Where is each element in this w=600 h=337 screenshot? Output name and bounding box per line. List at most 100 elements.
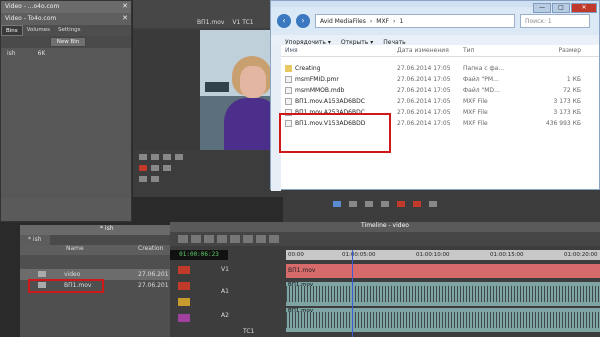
list-item[interactable]: ish 6K <box>7 50 125 57</box>
file-type: MXF File <box>463 120 488 127</box>
tool-icon[interactable] <box>269 235 279 243</box>
waveform <box>286 286 600 302</box>
track-a2[interactable]: A2 <box>205 312 285 319</box>
bin-panel-title: * ish <box>20 225 170 235</box>
file-date: 27.06.2014 17:05 <box>397 109 451 116</box>
sync-lock-icon[interactable] <box>178 298 190 306</box>
track-a1[interactable]: A1 <box>205 288 285 295</box>
file-name: ВП1.mov.A153AD6BDC <box>295 98 365 105</box>
overwrite-icon[interactable] <box>163 164 171 171</box>
bin-titlebar[interactable]: Video - ...o4o.com ✕ <box>1 1 131 13</box>
record-track-icon[interactable] <box>178 266 190 274</box>
play-loop-icon[interactable] <box>429 200 437 207</box>
timeline-title: Timeline - video <box>170 222 600 232</box>
audio-clip-a2[interactable]: ВП1.mov <box>286 308 600 332</box>
path-segment[interactable]: Avid MediaFiles <box>320 18 366 25</box>
highlight-box <box>279 113 391 153</box>
col-creation[interactable]: Creation <box>138 245 163 255</box>
file-name: Creating <box>295 65 321 72</box>
tool-icon[interactable] <box>243 235 253 243</box>
search-input[interactable]: Поиск: 1 <box>520 14 590 28</box>
ruler-label: 00:00 <box>288 252 304 258</box>
bin-title: Video - ...o4o.com <box>5 3 60 10</box>
file-row[interactable]: msmFMID.pmr 27.06.2014 17:05 Файл "PM...… <box>281 74 599 85</box>
splice-icon[interactable] <box>151 164 159 171</box>
close-icon[interactable]: ✕ <box>122 14 128 22</box>
monitor-clip-name[interactable]: ВП1.mov <box>197 19 224 26</box>
monitor-left-panel <box>133 30 200 150</box>
file-type: Папка с фа... <box>463 65 505 72</box>
step-back-icon[interactable] <box>151 153 159 160</box>
bin-item-size: 6K <box>37 50 46 57</box>
file-type: MXF File <box>463 98 488 105</box>
mark-in-icon[interactable] <box>175 153 183 160</box>
audio-clip-a1[interactable]: ВП1.mov <box>286 282 600 306</box>
close-icon[interactable]: ✕ <box>122 2 128 10</box>
tab-volumes[interactable]: Volumes <box>23 25 54 36</box>
step-forward-icon[interactable] <box>163 153 171 160</box>
match-frame-icon[interactable] <box>381 200 389 207</box>
tool-icon[interactable] <box>230 235 240 243</box>
monitor-icon[interactable] <box>178 314 190 322</box>
col-name[interactable]: Name <box>66 245 138 255</box>
play-icon[interactable] <box>139 153 147 160</box>
file-date: 27.06.2014 17:05 <box>397 76 451 83</box>
minimize-button[interactable]: — <box>533 3 551 13</box>
col-date[interactable]: Дата изменения <box>397 47 463 54</box>
back-icon[interactable]: ‹ <box>277 14 291 28</box>
boat-image <box>205 82 229 92</box>
timecode-display[interactable]: 01:00:06:23 <box>170 250 228 260</box>
file-size: 72 КБ <box>563 87 581 94</box>
clear-marks-icon[interactable] <box>151 175 159 182</box>
address-bar[interactable]: Avid MediaFiles › MXF › 1 <box>315 14 515 28</box>
record-track-icon[interactable] <box>178 282 190 290</box>
timeline-ruler[interactable]: 00:00 01:00:05:00 01:00:10:00 01:00:15:0… <box>286 250 600 260</box>
record-icon[interactable] <box>397 200 405 207</box>
playhead[interactable] <box>352 250 353 337</box>
mark-out-icon[interactable] <box>139 175 147 182</box>
tab-bins[interactable]: Bins <box>1 25 23 36</box>
file-row[interactable]: Creating 27.06.2014 17:05 Папка с фа... <box>281 63 599 74</box>
bin-actions: New Bin <box>1 36 131 48</box>
lift-icon[interactable] <box>349 200 357 207</box>
tool-icon[interactable] <box>204 235 214 243</box>
monitor-header: ВП1.mov V1 TC1 <box>133 16 283 28</box>
file-date: 27.06.2014 17:05 <box>397 98 451 105</box>
tab-ish[interactable]: * ish <box>20 235 50 245</box>
close-button[interactable]: ✕ <box>571 3 597 13</box>
tool-icon[interactable] <box>256 235 266 243</box>
delete-icon[interactable] <box>413 200 421 207</box>
waveform <box>286 312 600 328</box>
record-transport <box>283 190 600 222</box>
tool-icon[interactable] <box>178 235 188 243</box>
new-bin-button[interactable]: New Bin <box>49 37 87 47</box>
item-name: video <box>64 271 81 278</box>
track-tc1[interactable]: TC1 <box>205 328 285 335</box>
file-type: Файл "PM... <box>463 76 499 83</box>
file-date: 27.06.2014 17:05 <box>397 120 451 127</box>
file-row[interactable]: msmMMOB.mdb 27.06.2014 17:05 Файл "MD...… <box>281 85 599 96</box>
tool-icon[interactable] <box>191 235 201 243</box>
col-size[interactable]: Размер <box>529 47 585 54</box>
forward-icon[interactable]: › <box>296 14 310 28</box>
path-segment[interactable]: MXF <box>376 18 389 25</box>
maximize-button[interactable]: □ <box>552 3 570 13</box>
col-type[interactable]: Тип <box>463 47 529 54</box>
record-icon[interactable] <box>139 164 147 171</box>
sequence-icon <box>38 270 46 277</box>
tab-settings[interactable]: Settings <box>54 25 85 36</box>
video-clip[interactable]: ВП1.mov <box>286 264 600 278</box>
file-row[interactable]: ВП1.mov.A153AD6BDC 27.06.2014 17:05 MXF … <box>281 96 599 107</box>
path-segment[interactable]: 1 <box>399 18 403 25</box>
tool-icon[interactable] <box>217 235 227 243</box>
col-name[interactable]: Имя <box>281 47 397 54</box>
track-v1[interactable]: V1 <box>205 266 285 273</box>
file-size: 436 993 КБ <box>545 120 581 127</box>
extract-icon[interactable] <box>365 200 373 207</box>
highlight-box <box>28 279 104 293</box>
file-type: Файл "MD... <box>463 87 500 94</box>
ruler-label: 01:00:05:00 <box>342 252 376 258</box>
trim-icon[interactable] <box>333 200 341 207</box>
file-name: msmMMOB.mdb <box>295 87 345 94</box>
file-icon <box>285 76 292 83</box>
